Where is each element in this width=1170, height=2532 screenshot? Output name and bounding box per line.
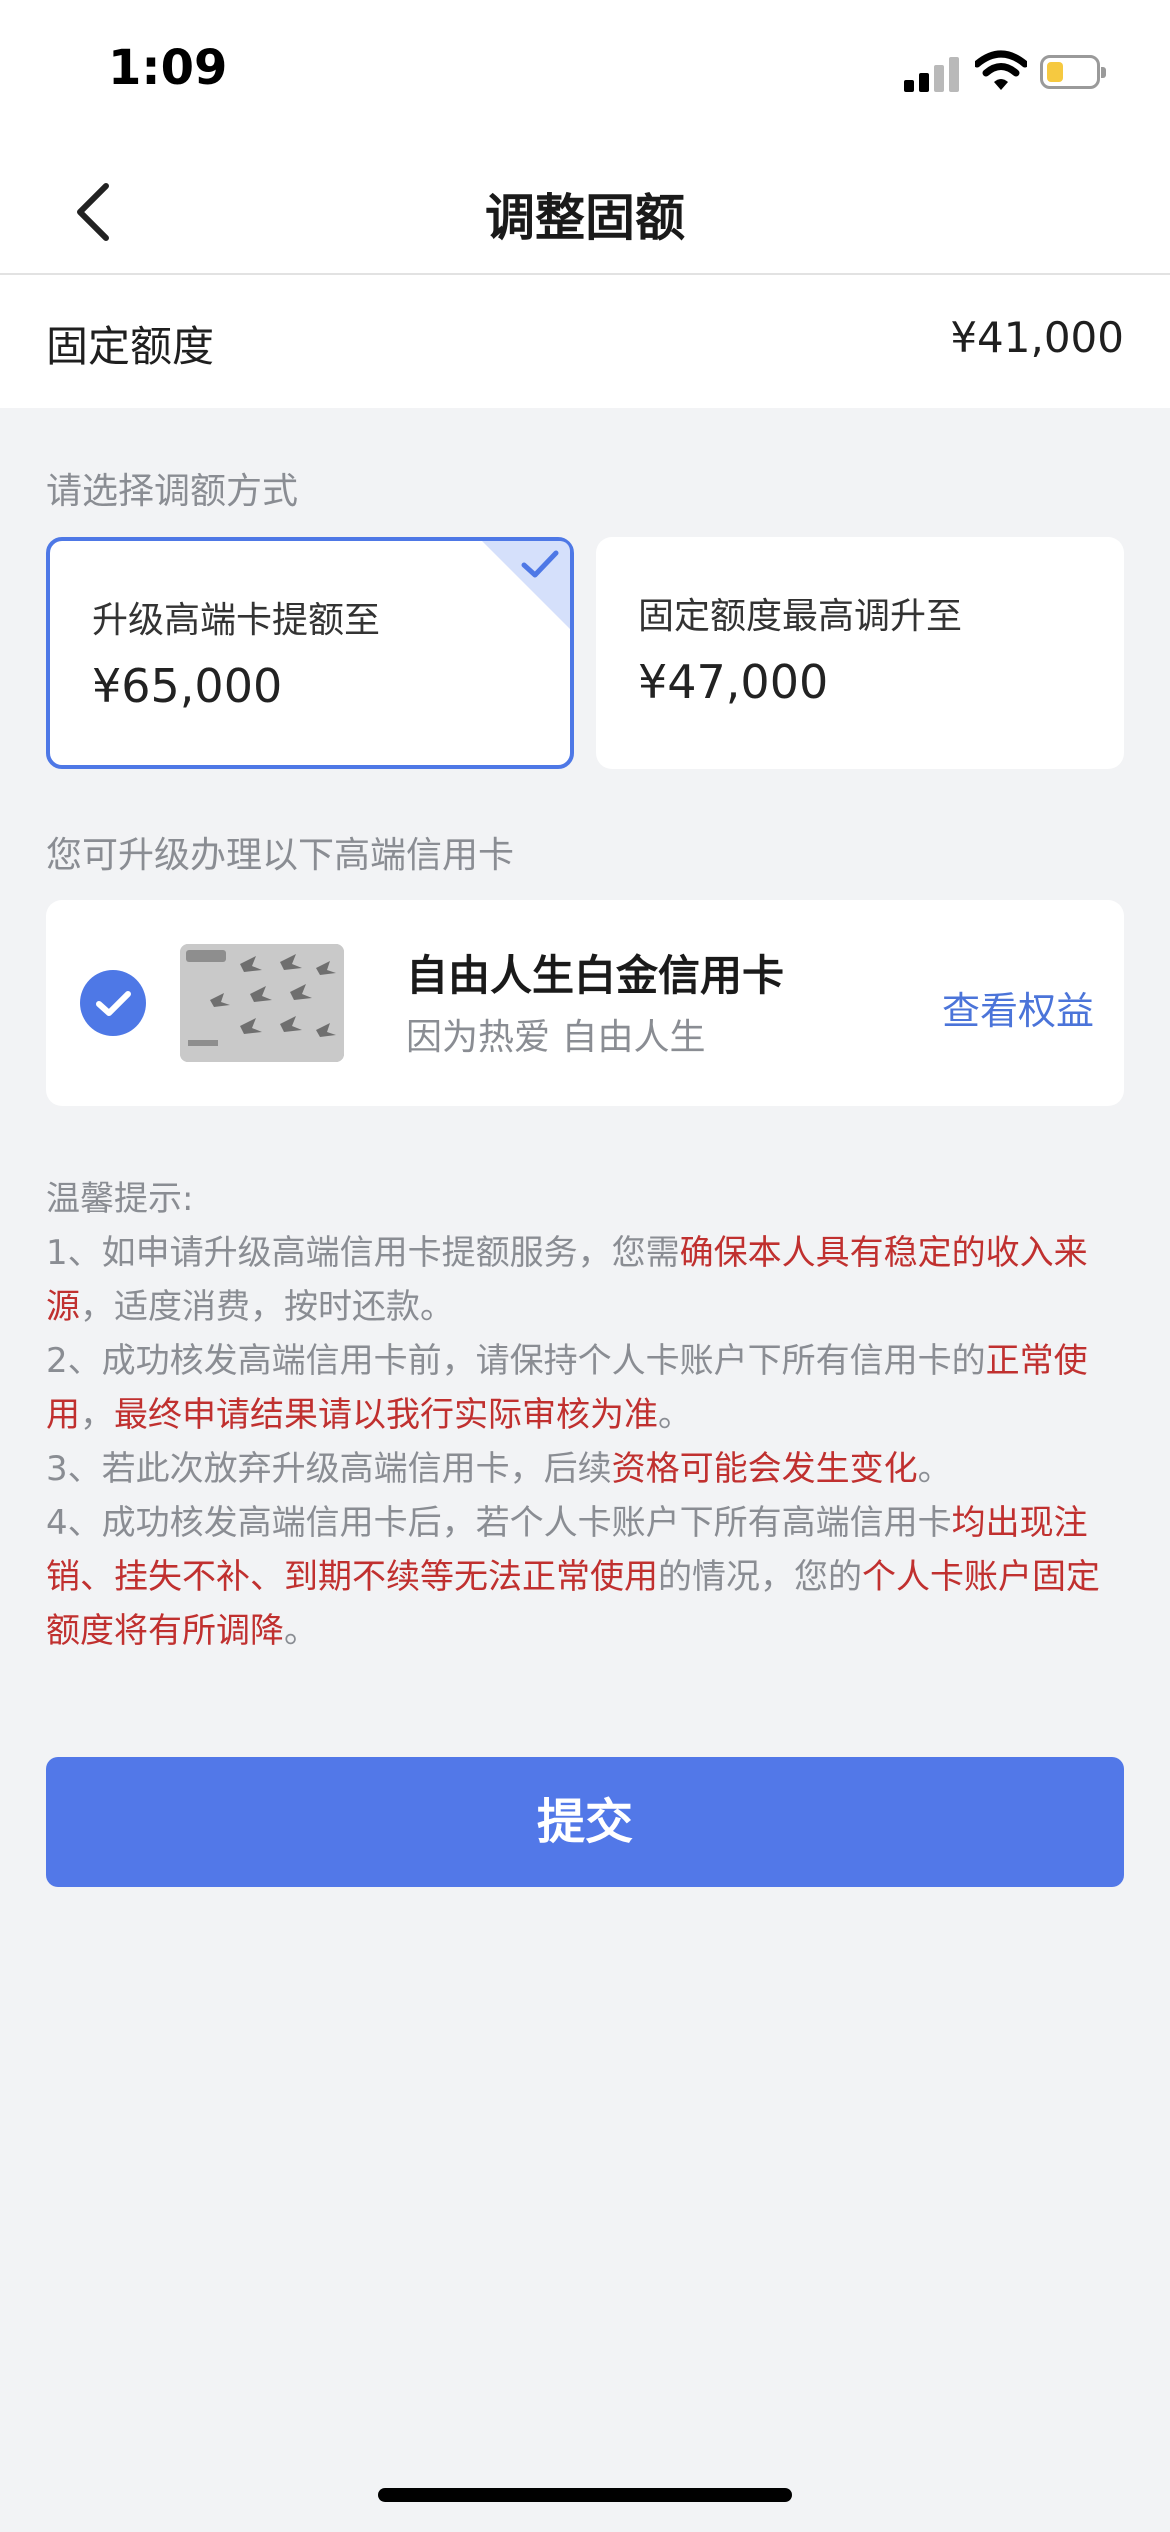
- option-title: 升级高端卡提额至: [92, 600, 381, 641]
- option-amount: ¥47,000: [638, 655, 829, 709]
- upgrade-section-label: 您可升级办理以下高端信用卡: [46, 835, 515, 876]
- status-bar: 1:09: [0, 0, 1170, 150]
- tip-highlight: 资格可能会发生变化: [611, 1449, 918, 1489]
- tip-text: 的情况，您的: [658, 1557, 862, 1597]
- wifi-icon: [975, 50, 1027, 90]
- check-icon: [521, 550, 559, 578]
- option-raise-fixed-limit[interactable]: 固定额度最高调升至 ¥47,000: [596, 537, 1124, 769]
- tip-item: 4、成功核发高端信用卡后，若个人卡账户下所有高端信用卡均出现注销、挂失不补、到期…: [46, 1496, 1126, 1658]
- home-indicator[interactable]: [378, 2488, 792, 2502]
- choose-method-label: 请选择调额方式: [46, 471, 299, 512]
- nav-bar: 调整固额: [0, 150, 1170, 275]
- card-slogan: 因为热爱 自由人生: [406, 1017, 706, 1058]
- status-time: 1:09: [108, 40, 228, 96]
- signal-icon: [904, 56, 960, 92]
- page-title: 调整固额: [485, 189, 685, 247]
- tip-text: 3、若此次放弃升级高端信用卡，后续: [46, 1449, 612, 1489]
- tip-text: ，适度消费，按时还款。: [80, 1287, 454, 1327]
- option-amount: ¥65,000: [92, 659, 283, 713]
- tip-item: 3、若此次放弃升级高端信用卡，后续资格可能会发生变化。: [46, 1442, 1126, 1496]
- tip-text: 。: [917, 1449, 952, 1489]
- submit-button[interactable]: 提交: [46, 1757, 1124, 1887]
- fixed-limit-label: 固定额度: [46, 322, 215, 371]
- tip-highlight: 最终申请结果请以我行实际审核为准: [114, 1395, 658, 1435]
- warm-tips: 温馨提示: 1、如申请升级高端信用卡提额服务，您需确保本人具有稳定的收入来源，适…: [46, 1172, 1126, 1658]
- radio-checked-icon[interactable]: [80, 970, 146, 1036]
- credit-card-image: [180, 944, 344, 1062]
- view-benefits-link[interactable]: 查看权益: [942, 980, 1094, 1035]
- battery-icon: [1040, 55, 1106, 89]
- tip-item: 2、成功核发高端信用卡前，请保持个人卡账户下所有信用卡的正常使用，最终申请结果请…: [46, 1334, 1126, 1442]
- credit-card-item[interactable]: 自由人生白金信用卡 因为热爱 自由人生 查看权益: [46, 900, 1124, 1106]
- option-upgrade-card[interactable]: 升级高端卡提额至 ¥65,000: [46, 537, 574, 769]
- fixed-limit-row: 固定额度 ¥41,000: [0, 275, 1170, 408]
- option-title: 固定额度最高调升至: [638, 596, 963, 637]
- tips-title: 温馨提示:: [46, 1179, 194, 1219]
- tip-text: 。: [658, 1395, 692, 1435]
- card-name: 自由人生白金信用卡: [406, 951, 785, 1000]
- tip-text: 。: [284, 1611, 318, 1651]
- tip-text: 4、成功核发高端信用卡后，若个人卡账户下所有高端信用卡: [46, 1503, 952, 1543]
- tip-text: 1、如申请升级高端信用卡提额服务，您需: [46, 1233, 680, 1273]
- tip-text: ，: [80, 1395, 114, 1435]
- fixed-limit-value: ¥41,000: [950, 313, 1124, 362]
- tip-text: 2、成功核发高端信用卡前，请保持个人卡账户下所有信用卡的: [46, 1341, 986, 1381]
- tip-item: 1、如申请升级高端信用卡提额服务，您需确保本人具有稳定的收入来源，适度消费，按时…: [46, 1226, 1126, 1334]
